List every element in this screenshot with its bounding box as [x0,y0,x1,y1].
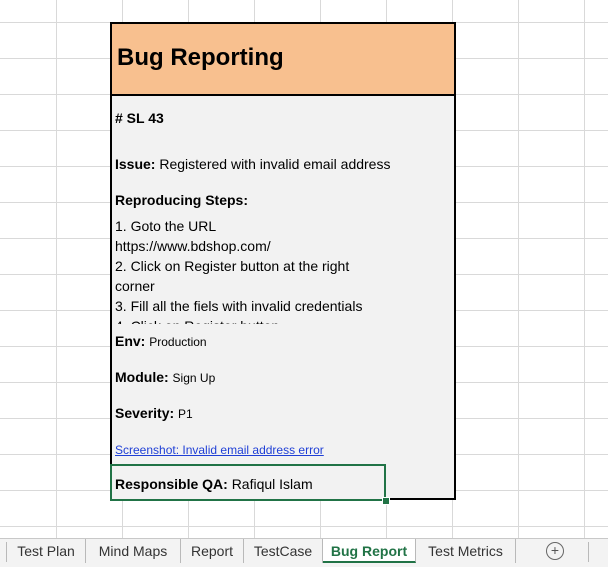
responsible-qa-label: Responsible QA: [115,476,228,492]
bug-report-header[interactable]: Bug Reporting [112,24,454,96]
serial-number: # SL 43 [115,110,164,126]
responsible-qa-value: Rafiqul Islam [231,476,313,492]
step-line: 1. Goto the URL [115,218,217,234]
steps-label: Reproducing Steps: [115,192,249,208]
tab-testcase[interactable]: TestCase [244,539,323,563]
plus-circle-icon[interactable]: + [546,542,564,560]
step-line: corner [115,278,155,294]
issue-label: Issue: [115,156,156,172]
issue-row[interactable]: Issue: Registered with invalid email add… [115,156,390,172]
fill-handle[interactable] [382,497,390,505]
sheet-tabs-bar: Test Plan Mind Maps Report TestCase Bug … [0,538,608,567]
reproducing-steps[interactable]: 1. Goto the URL https://www.bdshop.com/ … [115,216,415,324]
severity-value: P1 [178,407,193,421]
env-value: Production [149,335,207,349]
bug-report-title: Bug Reporting [117,44,284,71]
env-label: Env: [115,333,146,349]
module-value: Sign Up [172,371,216,385]
bug-report-block[interactable]: Bug Reporting # SL 43 Issue: Registered … [110,22,456,500]
tab-report[interactable]: Report [181,539,244,563]
severity-row[interactable]: Severity: P1 [115,405,193,421]
module-row[interactable]: Module: Sign Up [115,369,215,385]
spreadsheet-window: Bug Reporting # SL 43 Issue: Registered … [0,0,608,567]
issue-value: Registered with invalid email address [159,156,391,172]
step-line: 3. Fill all the fiels with invalid crede… [115,298,363,314]
tab-test-plan[interactable]: Test Plan [7,539,86,563]
tab-mind-maps[interactable]: Mind Maps [86,539,181,563]
step-line: 4. Click on Register button [115,316,415,324]
responsible-qa-row: Responsible QA: Rafiqul Islam [115,476,313,492]
severity-label: Severity: [115,405,175,421]
module-label: Module: [115,369,169,385]
tab-test-metrics[interactable]: Test Metrics [416,539,516,563]
screenshot-row: Screenshot: Invalid email address error [115,441,324,457]
step-line: https://www.bdshop.com/ [115,238,271,254]
tab-divider [588,542,589,562]
screenshot-link[interactable]: Screenshot: Invalid email address error [115,443,324,457]
responsible-qa-cell[interactable]: Responsible QA: Rafiqul Islam [110,464,386,501]
step-line: 2. Click on Register button at the right [115,258,350,274]
env-row[interactable]: Env: Production [115,333,207,349]
tab-bug-report[interactable]: Bug Report [323,539,416,563]
